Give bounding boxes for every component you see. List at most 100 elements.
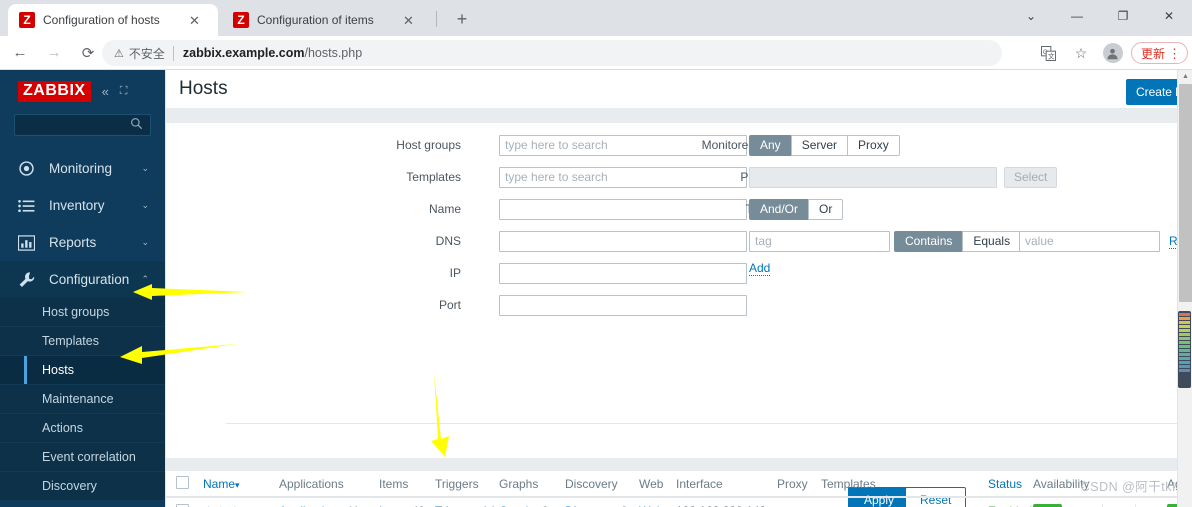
tags-operator-option-andor[interactable]: And/Or: [749, 199, 809, 220]
monitored-by-radio-group[interactable]: Any Server Proxy: [749, 135, 900, 156]
tab-favicon-icon: Z: [233, 12, 249, 28]
url-path: /hosts.php: [304, 46, 363, 60]
scroll-up-arrow-icon[interactable]: ▲: [1178, 70, 1192, 84]
tag-add-link[interactable]: Add: [749, 261, 771, 276]
filter-bottom-strip: [166, 458, 1192, 471]
browser-toolbar: ← → ⟳ ⚠ 不安全 zabbix.example.com/hosts.php: [0, 36, 1192, 70]
sidebar-item-host-groups[interactable]: Host groups: [0, 298, 165, 327]
proxy-input: [749, 167, 997, 188]
tab-search-icon[interactable]: ⌄: [1008, 0, 1054, 32]
column-header-interface: Interface: [676, 476, 723, 491]
security-label: 不安全: [128, 46, 165, 61]
sidebar-subitem-label: Hosts: [42, 363, 74, 377]
update-button[interactable]: 更新 ⋮: [1130, 42, 1188, 64]
label-name: Name: [428, 202, 461, 216]
monitored-by-option-proxy[interactable]: Proxy: [847, 135, 900, 156]
filter-form: Host groups type here to search Select T…: [166, 123, 1192, 507]
sidebar-subitem-label: Actions: [42, 421, 83, 435]
sidebar-item-actions[interactable]: Actions: [0, 414, 165, 443]
sidebar-item-configuration[interactable]: Configuration ⌃: [0, 261, 165, 298]
table-row: 客户端2 Applications 11 Items 43 Triggers 1…: [166, 498, 1192, 507]
tags-operator-radio-group[interactable]: And/Or Or: [749, 199, 844, 220]
sidebar-item-maintenance[interactable]: Maintenance: [0, 385, 165, 414]
table-header-row: Name▾ Applications Items Triggers Graphs…: [166, 471, 1192, 498]
column-header-name[interactable]: Name▾: [203, 477, 279, 491]
minimize-icon[interactable]: —: [1054, 0, 1100, 32]
monitored-by-option-server[interactable]: Server: [790, 135, 848, 156]
sidebar-subitem-label: Event correlation: [42, 450, 136, 464]
sidebar-item-label: Monitoring: [49, 161, 113, 176]
new-tab-button[interactable]: +: [450, 8, 474, 32]
ip-input[interactable]: [499, 263, 747, 284]
sidebar-item-label: Configuration: [49, 272, 130, 287]
sidebar: ZABBIX « ⛶ Monitoring ⌄ Inventory ⌄ Repo…: [0, 70, 165, 507]
address-bar[interactable]: ⚠ 不安全 zabbix.example.com/hosts.php: [102, 40, 1002, 66]
page-header: Hosts Create host: [166, 70, 1192, 108]
column-header-status[interactable]: Status: [988, 477, 1033, 491]
tag-match-option-equals[interactable]: Equals: [962, 231, 1022, 252]
host-groups-placeholder: type here to search: [505, 138, 608, 152]
browser-tab-strip: Z Configuration of hosts ✕ Z Configurati…: [0, 0, 1192, 36]
forward-icon[interactable]: →: [40, 39, 68, 67]
page-scrollbar[interactable]: ▲: [1177, 70, 1192, 507]
label-tags: Tags: [606, 202, 771, 216]
sidebar-item-label: Inventory: [49, 198, 105, 213]
column-header-discovery: Discovery: [565, 476, 618, 491]
tag-match-radio-group[interactable]: Contains Equals: [894, 231, 1022, 252]
column-header-web: Web: [639, 476, 664, 491]
tab-favicon-icon: Z: [19, 12, 35, 28]
tag-name-input[interactable]: tag: [749, 231, 890, 252]
window-close-icon[interactable]: ✕: [1146, 0, 1192, 32]
tag-name-placeholder: tag: [755, 234, 772, 248]
toolbar-right-actions: G 文 ☆ 更新 ⋮: [1035, 36, 1192, 70]
sidebar-item-event-correlation[interactable]: Event correlation: [0, 443, 165, 472]
dns-input[interactable]: [499, 231, 747, 252]
back-icon[interactable]: ←: [6, 39, 34, 67]
wrench-icon: [17, 271, 36, 289]
column-label: Name: [203, 476, 236, 491]
column-header-triggers: Triggers: [435, 476, 479, 491]
browser-tab-1[interactable]: Z Configuration of items ✕: [222, 4, 432, 36]
tag-match-option-contains[interactable]: Contains: [894, 231, 963, 252]
browser-tab-0[interactable]: Z Configuration of hosts ✕: [8, 4, 218, 36]
chrome-menu-icon[interactable]: ⋮: [1168, 47, 1181, 60]
close-icon[interactable]: ✕: [403, 14, 414, 27]
sidebar-item-hosts[interactable]: Hosts: [0, 356, 165, 385]
collapse-sidebar-icon[interactable]: «: [102, 84, 109, 99]
monitored-by-option-any[interactable]: Any: [749, 135, 791, 156]
close-icon[interactable]: ✕: [189, 14, 200, 27]
sidebar-item-discovery[interactable]: Discovery: [0, 472, 165, 501]
search-icon: [130, 117, 143, 133]
sidebar-item-reports[interactable]: Reports ⌄: [0, 224, 165, 261]
tag-value-input[interactable]: value: [1019, 231, 1160, 252]
scrollbar-thumb[interactable]: [1179, 84, 1192, 302]
tags-operator-option-or[interactable]: Or: [808, 199, 844, 220]
sidebar-search-input[interactable]: [14, 114, 151, 136]
sidebar-nav: Monitoring ⌄ Inventory ⌄ Reports ⌄ Confi…: [0, 150, 165, 501]
reload-icon[interactable]: ⟳: [74, 39, 102, 67]
label-templates: Templates: [406, 170, 461, 184]
column-header-applications: Applications: [279, 476, 344, 491]
update-label: 更新: [1140, 46, 1165, 61]
profile-avatar[interactable]: [1099, 39, 1127, 67]
sidebar-item-label: Reports: [49, 235, 97, 250]
chevron-down-icon: ⌄: [141, 163, 149, 173]
port-input[interactable]: [499, 295, 747, 316]
select-all-checkbox[interactable]: [176, 475, 189, 489]
templates-placeholder: type here to search: [505, 170, 608, 184]
maximize-icon[interactable]: ❐: [1100, 0, 1146, 32]
sidebar-item-inventory[interactable]: Inventory ⌄: [0, 187, 165, 224]
filter-tab-strip: [166, 108, 1192, 123]
column-header-items: Items: [379, 476, 409, 491]
sidebar-submenu-configuration: Host groups Templates Hosts Maintenance …: [0, 298, 165, 501]
translate-icon[interactable]: G 文: [1035, 39, 1063, 67]
sidebar-item-monitoring[interactable]: Monitoring ⌄: [0, 150, 165, 187]
warning-icon: ⚠: [114, 47, 124, 60]
content-area: Hosts Create host Host groups type here …: [165, 70, 1192, 507]
sidebar-subitem-label: Discovery: [42, 479, 97, 493]
sidebar-item-templates[interactable]: Templates: [0, 327, 165, 356]
zabbix-logo[interactable]: ZABBIX: [18, 80, 91, 102]
bookmark-star-icon[interactable]: ☆: [1067, 39, 1095, 67]
omnibox-divider: [172, 45, 174, 61]
compact-view-icon[interactable]: ⛶: [120, 85, 128, 98]
